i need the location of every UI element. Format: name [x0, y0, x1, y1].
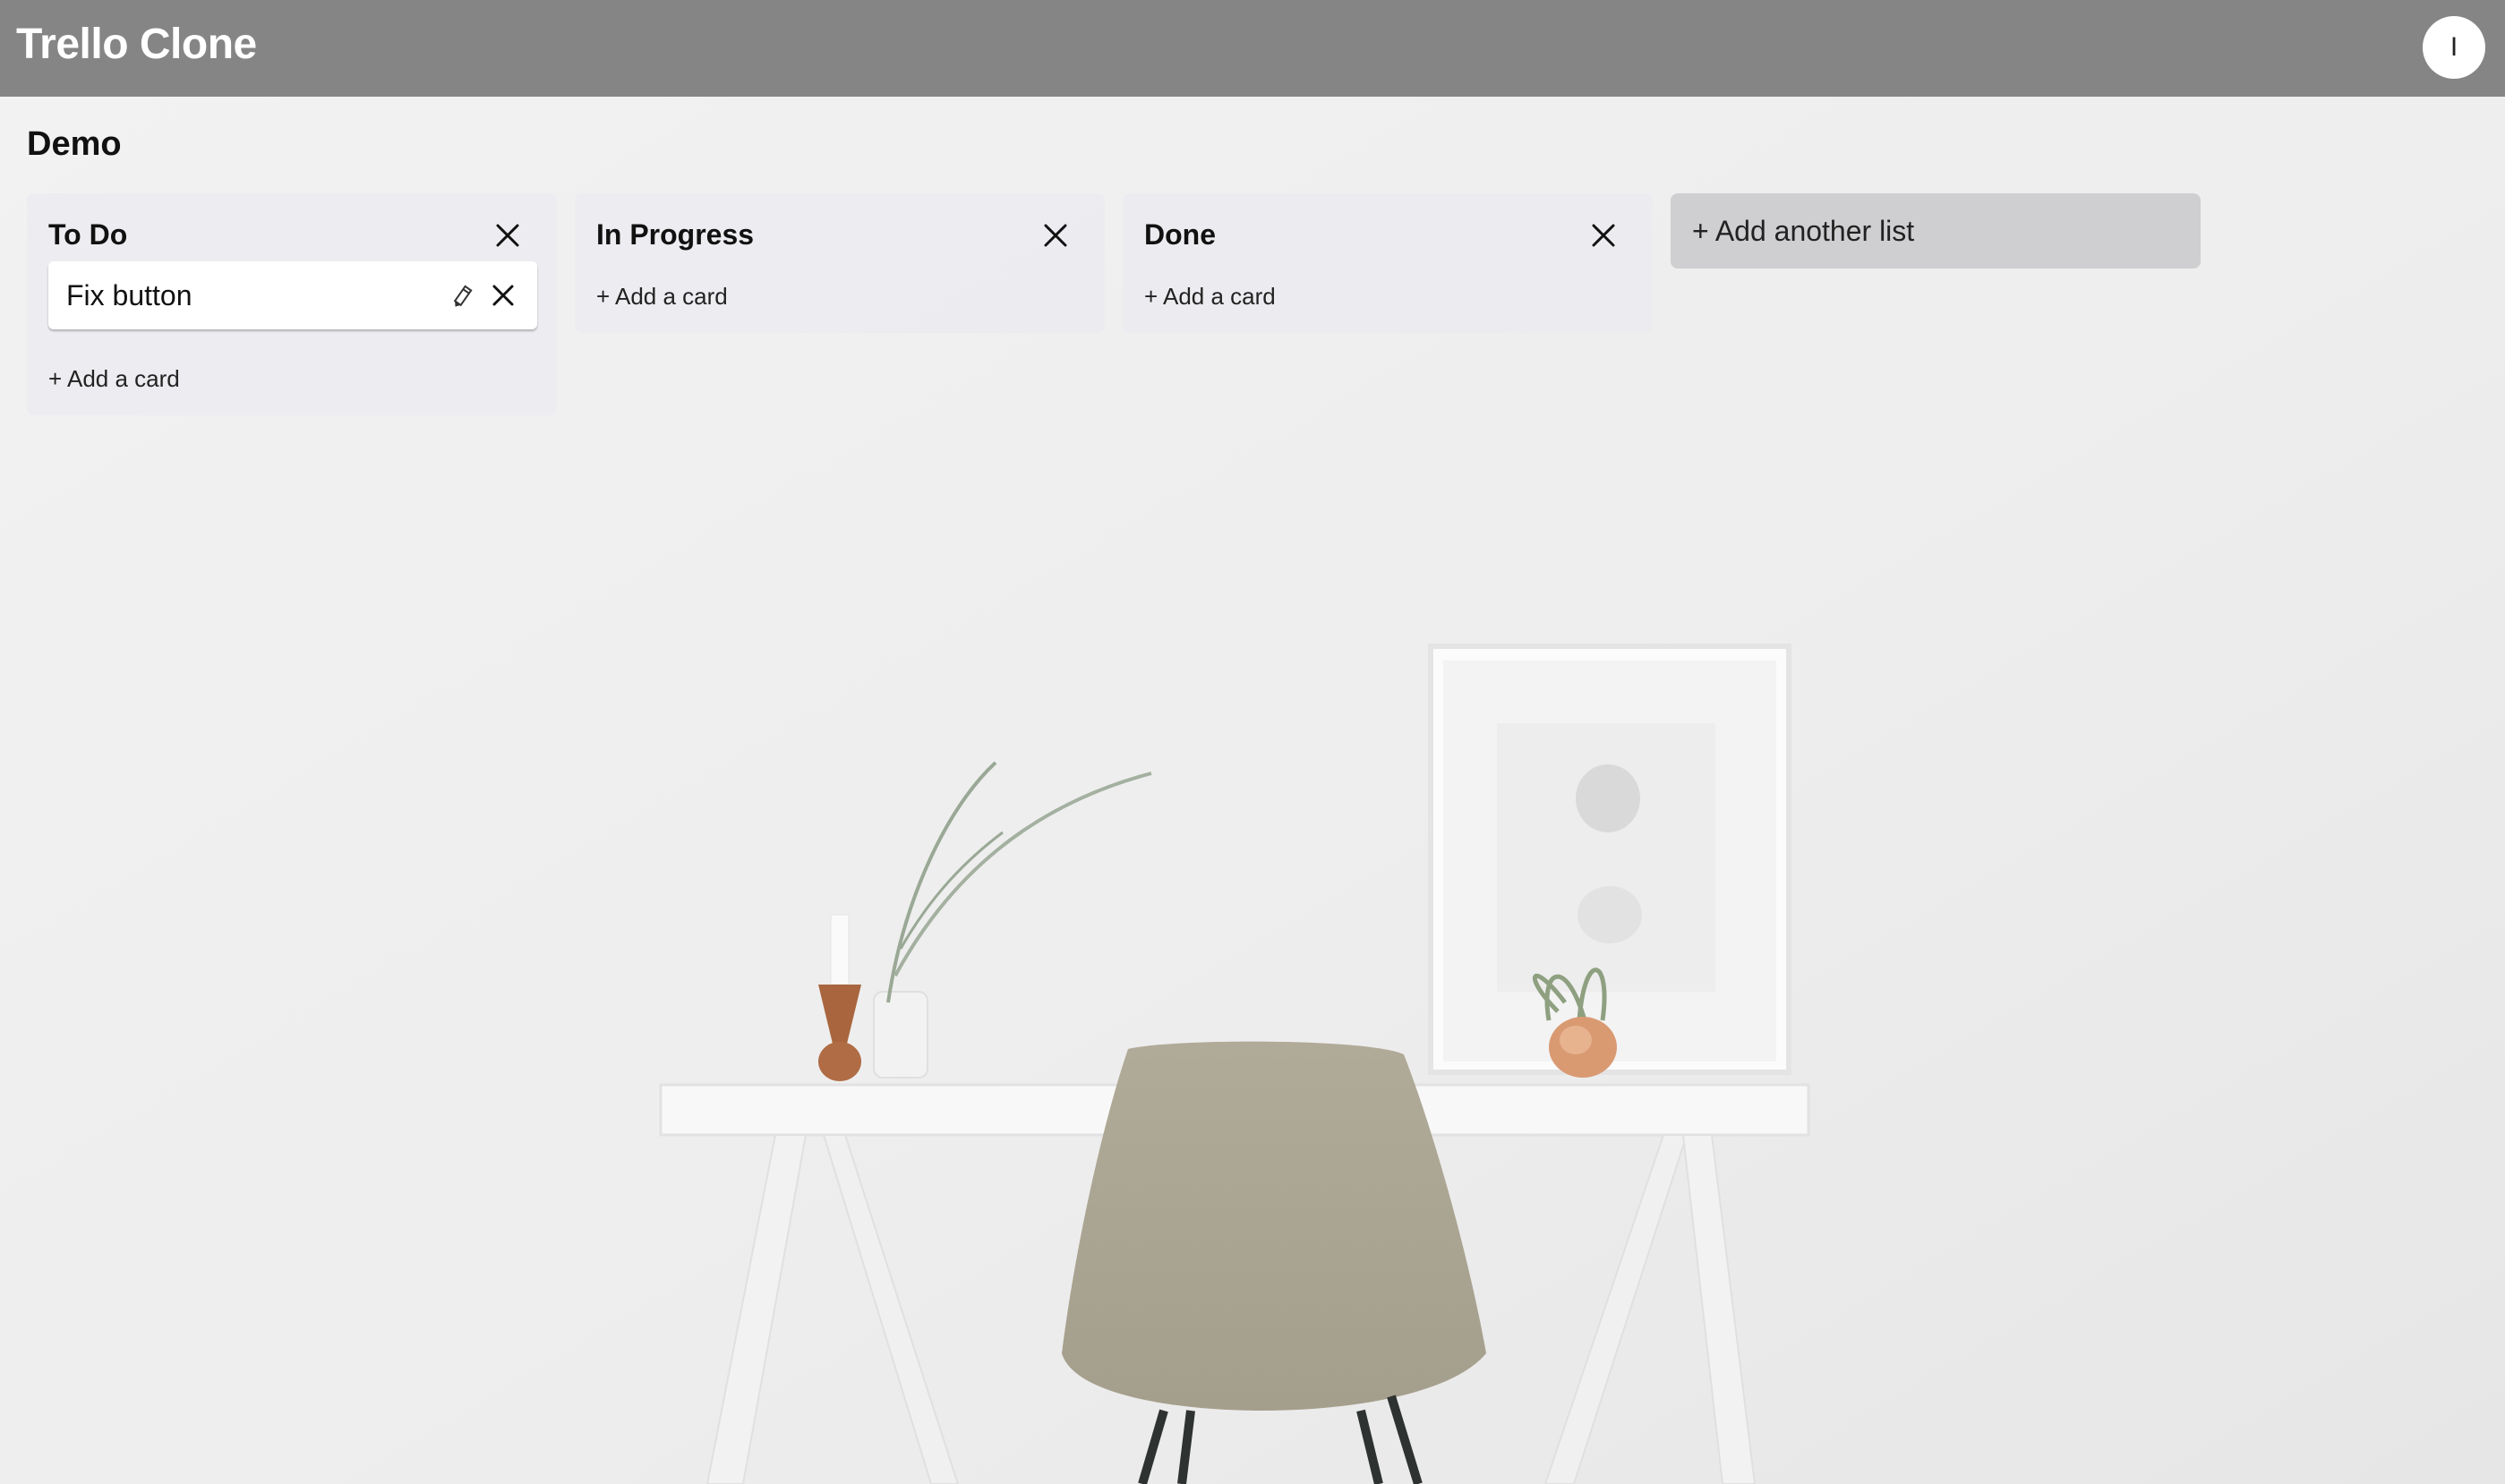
- list-header: In Progress: [596, 215, 1083, 260]
- add-list-label: + Add another list: [1692, 215, 1915, 247]
- card-title: Fix button: [66, 279, 192, 311]
- list-title: In Progress: [596, 218, 755, 251]
- pencil-icon[interactable]: [449, 285, 474, 310]
- list-title: Done: [1144, 218, 1216, 251]
- add-card-button[interactable]: + Add a card: [596, 283, 728, 311]
- card[interactable]: Fix button: [48, 261, 537, 329]
- user-avatar[interactable]: I: [2423, 16, 2485, 79]
- list-done: Done + Add a card: [1123, 193, 1653, 333]
- add-card-button[interactable]: + Add a card: [1144, 283, 1276, 311]
- top-header: Trello Clone I: [0, 0, 2505, 97]
- list-header: To Do: [48, 215, 535, 260]
- board-title: Demo: [27, 125, 122, 163]
- close-icon[interactable]: [491, 283, 516, 308]
- close-icon[interactable]: [494, 222, 521, 249]
- list-to-do: To Do Fix button + Add a card: [27, 193, 557, 415]
- picture-frame: [1428, 644, 1791, 1075]
- add-card-button[interactable]: + Add a card: [48, 365, 180, 393]
- close-icon[interactable]: [1042, 222, 1069, 249]
- app-title: Trello Clone: [16, 21, 257, 68]
- list-header: Done: [1144, 215, 1631, 260]
- add-list-button[interactable]: + Add another list: [1671, 193, 2201, 269]
- list-in-progress: In Progress + Add a card: [575, 193, 1105, 333]
- list-title: To Do: [48, 218, 128, 251]
- close-icon[interactable]: [1590, 222, 1617, 249]
